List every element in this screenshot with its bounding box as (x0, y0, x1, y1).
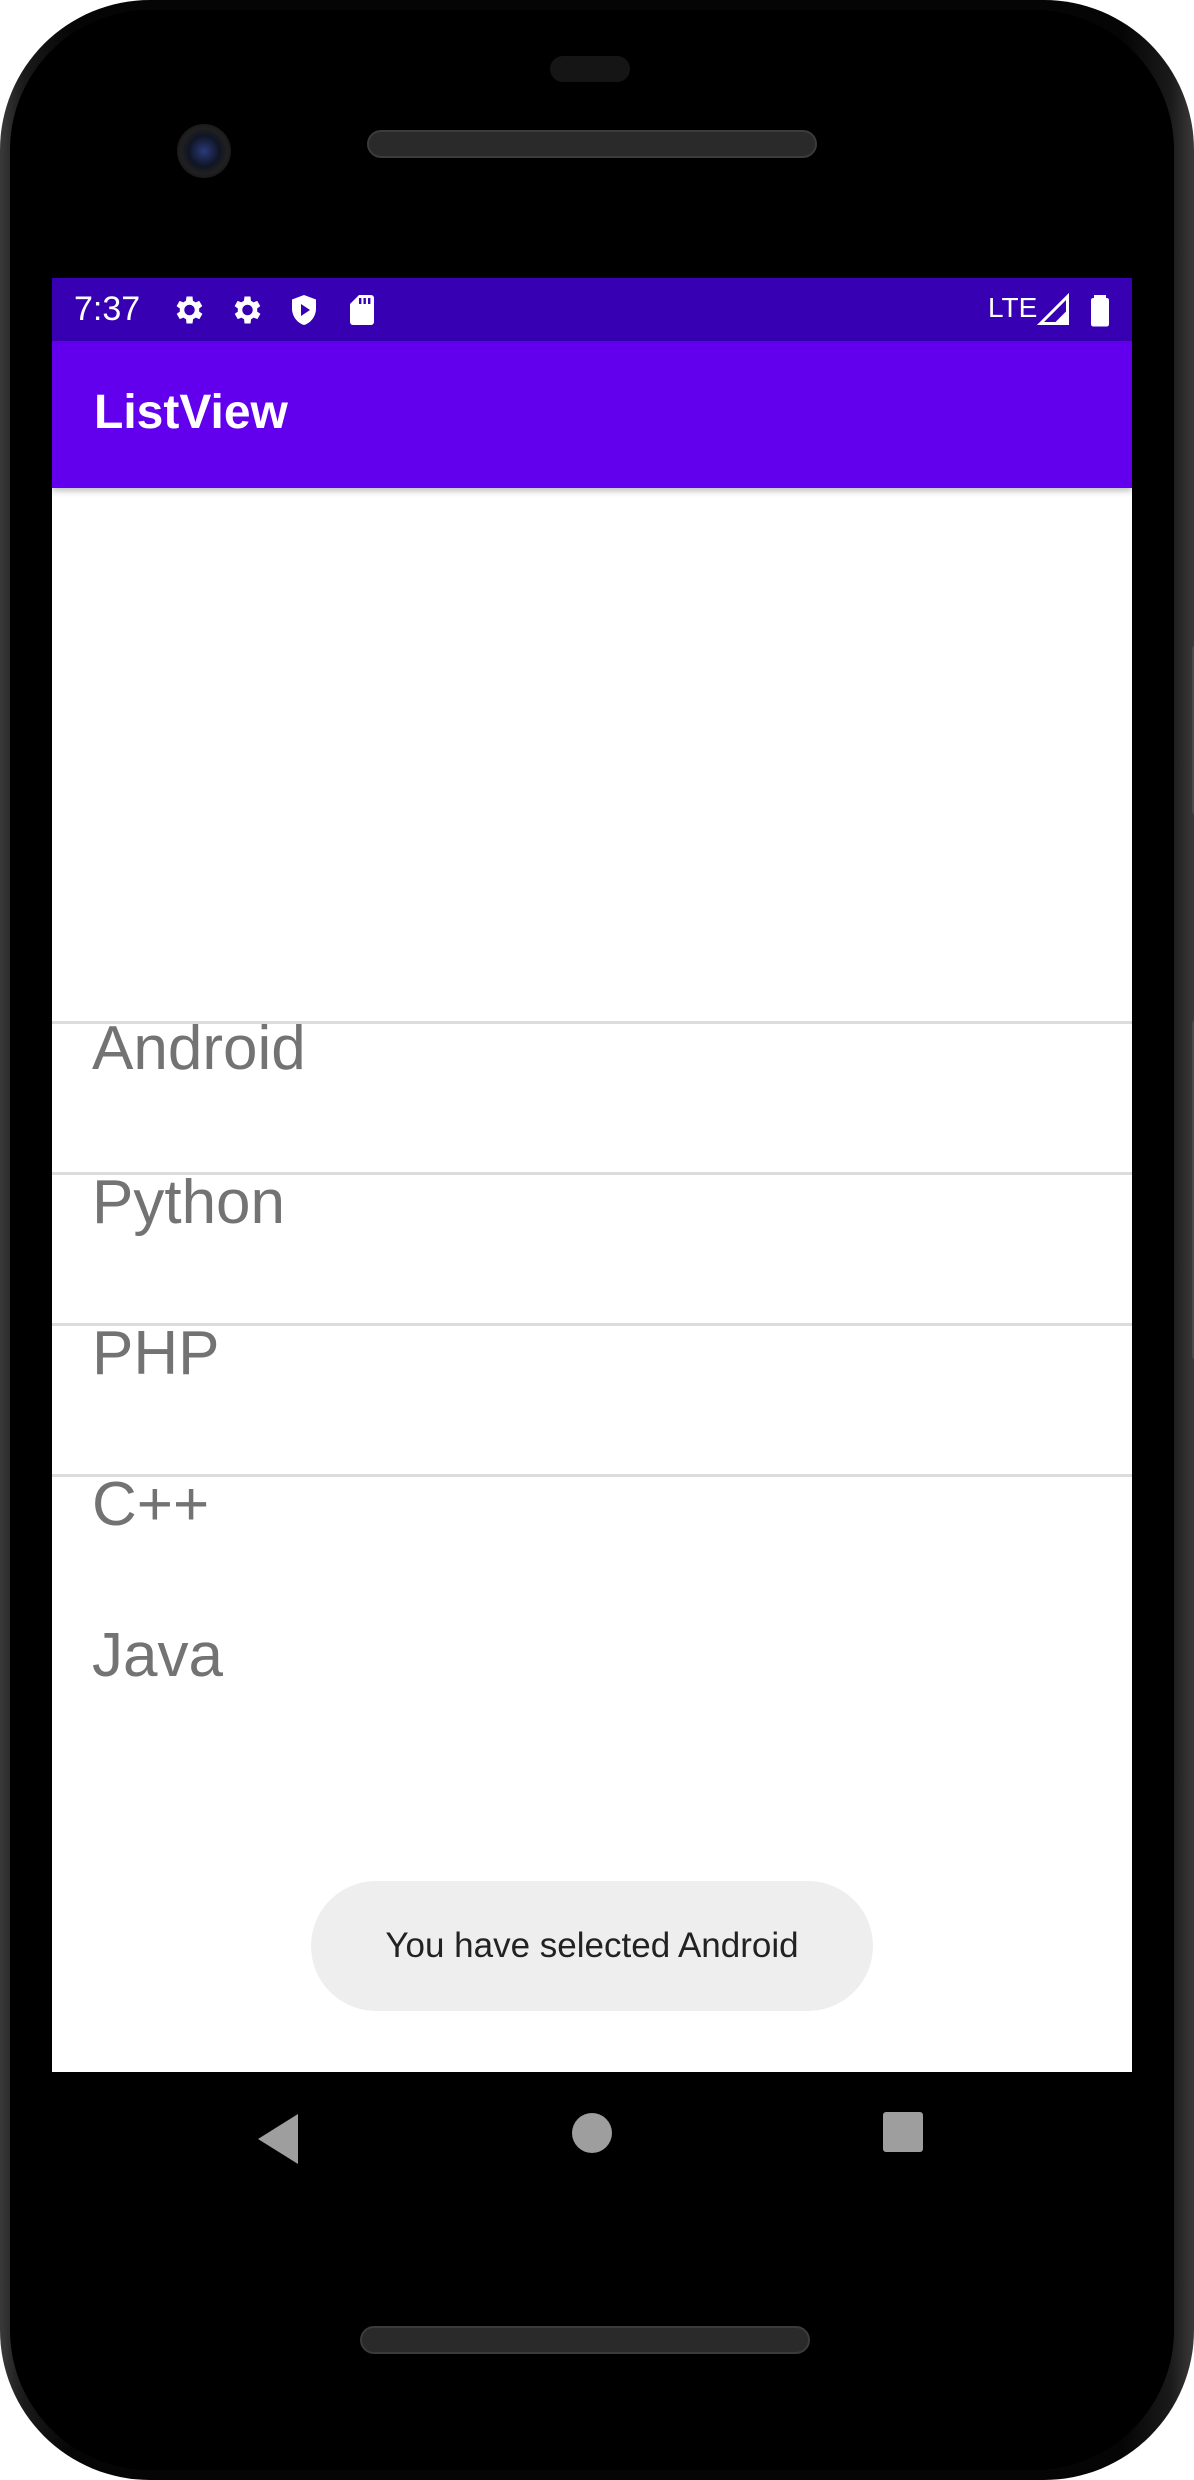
gear-icon (234, 296, 261, 324)
toast: You have selected Android (311, 1881, 873, 2011)
sd-card-icon (350, 295, 374, 325)
list-item[interactable]: PHP (52, 1023, 1132, 1388)
back-icon[interactable] (252, 2110, 302, 2168)
status-time: 7:37 (74, 290, 141, 328)
home-icon[interactable] (569, 2110, 615, 2156)
signal-icon (1036, 292, 1069, 325)
bottom-speaker (360, 2326, 810, 2354)
battery-icon (1091, 295, 1109, 327)
list-item[interactable]: C++ (52, 1174, 1132, 1539)
status-bar: 7:37 LTE (52, 278, 1132, 341)
earpiece-speaker (367, 130, 817, 158)
gear-icon (176, 296, 203, 324)
recents-icon[interactable] (881, 2110, 925, 2154)
app-title: ListView (94, 386, 288, 439)
shield-icon (292, 295, 316, 325)
proximity-sensor (550, 56, 630, 82)
screen: 7:37 LTE ListView Android Python PHP C++… (52, 278, 1132, 2072)
list-item-label: C++ (92, 1470, 210, 1539)
list-item-label: Java (92, 1621, 223, 1690)
list-item[interactable]: Java (52, 1325, 1132, 1690)
toast-message: You have selected Android (385, 1926, 799, 1965)
list-item[interactable]: Python (52, 872, 1132, 1237)
front-camera (177, 124, 231, 178)
navigation-bar (52, 2072, 1132, 2202)
app-bar: ListView (52, 341, 1132, 488)
network-type: LTE (988, 292, 1038, 323)
